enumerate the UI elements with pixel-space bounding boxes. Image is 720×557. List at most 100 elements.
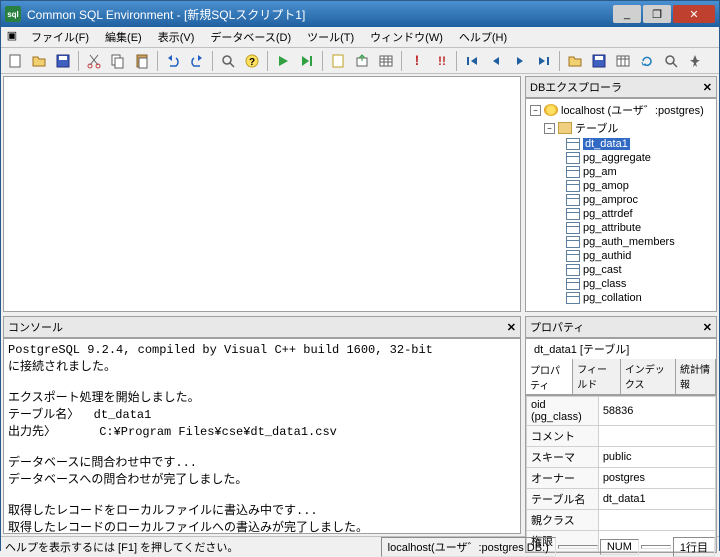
- help-button[interactable]: ?: [241, 50, 263, 72]
- tree-table-node[interactable]: pg_amproc: [528, 193, 714, 207]
- tree-table-node[interactable]: pg_auth_members: [528, 235, 714, 249]
- tree-tables-folder[interactable]: − テーブル: [528, 119, 714, 137]
- menu-item[interactable]: ウィンドウ(W): [362, 30, 451, 46]
- table-icon: [566, 208, 580, 220]
- property-key: テーブル名: [527, 489, 599, 510]
- open-file-button[interactable]: [28, 50, 50, 72]
- properties-tab[interactable]: プロパティ: [526, 358, 573, 394]
- new-connection-button[interactable]: [327, 50, 349, 72]
- next-record-button[interactable]: [509, 50, 531, 72]
- tree-node-label: pg_attrdef: [583, 208, 633, 220]
- close-button[interactable]: ✕: [673, 5, 715, 23]
- property-value: [598, 426, 715, 447]
- db-explorer-tree[interactable]: − localhost (ユーザ゛:postgres) − テーブル dt_da…: [525, 98, 717, 312]
- close-icon[interactable]: ✕: [703, 321, 712, 334]
- property-row[interactable]: コメント: [527, 426, 716, 447]
- tree-table-node[interactable]: pg_authid: [528, 249, 714, 263]
- mdi-system-menu-icon[interactable]: ▣: [5, 29, 19, 45]
- tree-table-node[interactable]: pg_attribute: [528, 221, 714, 235]
- property-value: dt_data1: [598, 489, 715, 510]
- menu-item[interactable]: 表示(V): [150, 30, 203, 46]
- cut-button[interactable]: [83, 50, 105, 72]
- tree-table-node[interactable]: dt_data1: [528, 137, 714, 151]
- table-icon: [566, 292, 580, 304]
- menu-item[interactable]: ツール(T): [299, 30, 362, 46]
- properties-tab[interactable]: インデックス: [621, 359, 676, 394]
- property-row[interactable]: スキーマpublic: [527, 447, 716, 468]
- execute-script-button[interactable]: [296, 50, 318, 72]
- tree-node-label: pg_class: [583, 278, 626, 290]
- close-icon[interactable]: ✕: [703, 81, 712, 94]
- execute-sql-button[interactable]: [272, 50, 294, 72]
- properties-tab[interactable]: フィールド: [573, 359, 621, 394]
- property-row[interactable]: テーブル名dt_data1: [527, 489, 716, 510]
- property-row[interactable]: oid (pg_class)58836: [527, 397, 716, 426]
- maximize-button[interactable]: ❐: [643, 5, 671, 23]
- redo-button[interactable]: [186, 50, 208, 72]
- zoom-button[interactable]: [660, 50, 682, 72]
- break-button[interactable]: !!: [430, 50, 452, 72]
- refresh-button[interactable]: [636, 50, 658, 72]
- property-value: postgres: [598, 468, 715, 489]
- collapse-icon[interactable]: −: [544, 123, 555, 134]
- menu-bar: ▣ ファイル(F)編集(E)表示(V)データベース(D)ツール(T)ウィンドウ(…: [1, 27, 719, 48]
- minimize-button[interactable]: _: [613, 5, 641, 23]
- property-value: [598, 510, 715, 531]
- menu-item[interactable]: ヘルプ(H): [451, 30, 515, 46]
- property-row[interactable]: 親クラス: [527, 510, 716, 531]
- tree-node-label: pg_aggregate: [583, 152, 651, 164]
- status-numlock: NUM: [600, 539, 639, 555]
- new-file-button[interactable]: [4, 50, 26, 72]
- prev-record-button[interactable]: [485, 50, 507, 72]
- first-record-button[interactable]: [461, 50, 483, 72]
- property-row[interactable]: オーナーpostgres: [527, 468, 716, 489]
- grid-button[interactable]: [612, 50, 634, 72]
- tree-node-label: pg_amop: [583, 180, 629, 192]
- console-output[interactable]: PostgreSQL 9.2.4, compiled by Visual C++…: [3, 338, 521, 534]
- tree-table-node[interactable]: pg_class: [528, 277, 714, 291]
- table-icon: [566, 236, 580, 248]
- paste-button[interactable]: [131, 50, 153, 72]
- table-grid-button[interactable]: [375, 50, 397, 72]
- menu-item[interactable]: データベース(D): [202, 30, 299, 46]
- menu-item[interactable]: 編集(E): [97, 30, 150, 46]
- property-value: 58836: [598, 397, 715, 426]
- properties-grid[interactable]: oid (pg_class)58836コメントスキーマpublicオーナーpos…: [525, 395, 717, 553]
- tree-table-node[interactable]: pg_amop: [528, 179, 714, 193]
- pin-button[interactable]: [684, 50, 706, 72]
- tree-node-label: pg_auth_members: [583, 236, 675, 248]
- tree-host-node[interactable]: − localhost (ユーザ゛:postgres): [528, 101, 714, 119]
- status-empty2: [641, 545, 671, 549]
- properties-tab[interactable]: 統計情報: [676, 359, 716, 394]
- last-record-button[interactable]: [533, 50, 555, 72]
- tree-node-label: pg_am: [583, 166, 617, 178]
- menu-item[interactable]: ファイル(F): [23, 30, 97, 46]
- undo-button[interactable]: [162, 50, 184, 72]
- window-title: Common SQL Environment - [新規SQLスクリプト1]: [27, 6, 613, 23]
- property-key: スキーマ: [527, 447, 599, 468]
- find-button[interactable]: [217, 50, 239, 72]
- tree-table-node[interactable]: pg_am: [528, 165, 714, 179]
- save-button[interactable]: [52, 50, 74, 72]
- save-result-button[interactable]: [588, 50, 610, 72]
- tree-table-node[interactable]: pg_collation: [528, 291, 714, 305]
- host-icon: [544, 104, 558, 116]
- collapse-icon[interactable]: −: [530, 105, 541, 116]
- tree-table-node[interactable]: pg_cast: [528, 263, 714, 277]
- tree-node-label: pg_attribute: [583, 222, 641, 234]
- tree-node-label: pg_cast: [583, 264, 622, 276]
- table-icon: [566, 138, 580, 150]
- stop-button[interactable]: !: [406, 50, 428, 72]
- tree-node-label: テーブル: [575, 120, 618, 136]
- toolbar: ? ! !!: [1, 48, 719, 74]
- copy-button[interactable]: [107, 50, 129, 72]
- open-folder-button[interactable]: [564, 50, 586, 72]
- sql-editor[interactable]: [3, 76, 521, 312]
- close-icon[interactable]: ✕: [507, 321, 516, 334]
- tree-table-node[interactable]: pg_aggregate: [528, 151, 714, 165]
- property-key: オーナー: [527, 468, 599, 489]
- tree-table-node[interactable]: pg_attrdef: [528, 207, 714, 221]
- table-icon: [566, 250, 580, 262]
- export-button[interactable]: [351, 50, 373, 72]
- status-bar: ヘルプを表示するには [F1] を押してください。 localhost(ユーザ゛…: [1, 536, 719, 556]
